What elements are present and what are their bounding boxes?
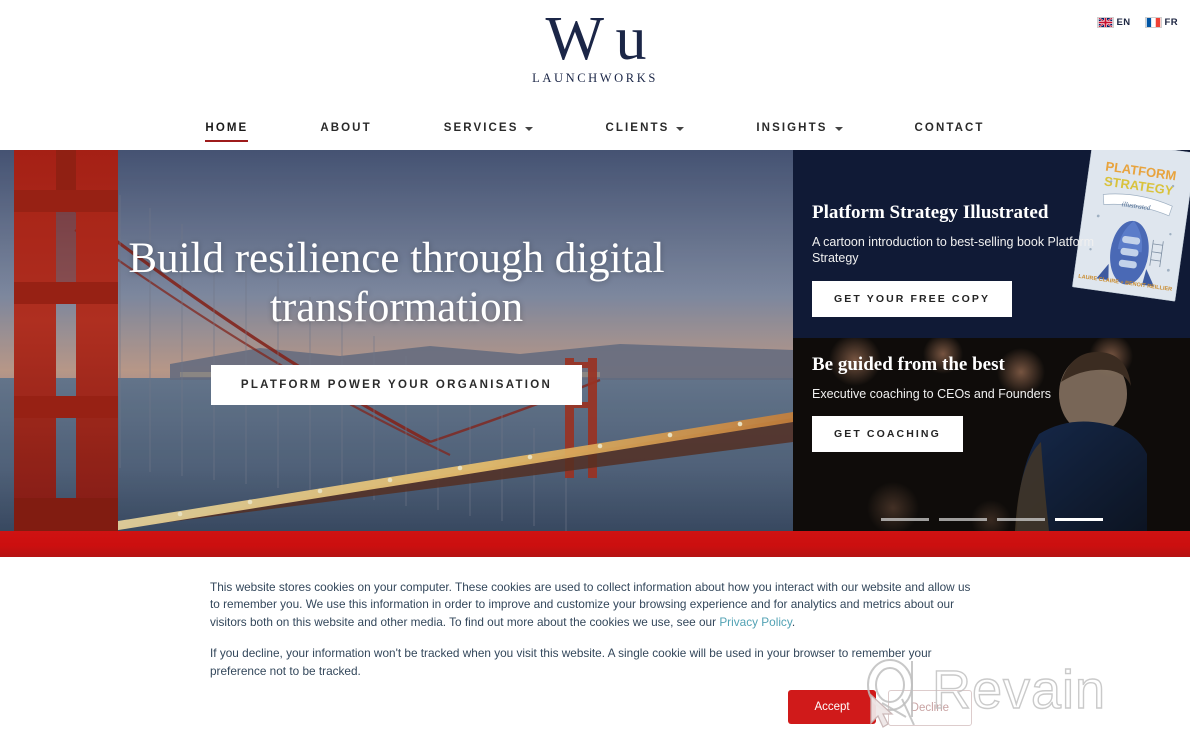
promo-card-coaching[interactable]: Be guided from the best Executive coachi… — [793, 338, 1190, 531]
nav-item-contact[interactable]: CONTACT — [879, 118, 1021, 144]
logo-wordmark: LAUNCHWORKS — [532, 70, 658, 85]
chevron-down-icon — [676, 126, 685, 131]
carousel-indicators — [793, 517, 1190, 521]
carousel-indicator-2[interactable] — [938, 517, 987, 521]
promo-card-book-subtitle: A cartoon introduction to best-selling b… — [812, 234, 1095, 266]
cookie-action-buttons: Accept Decline — [788, 690, 972, 726]
promo-card-book-title: Platform Strategy Illustrated — [812, 202, 1049, 223]
promo-card-coaching-content: Be guided from the best Executive coachi… — [812, 354, 1052, 453]
nav-label-clients: CLIENTS — [605, 122, 670, 134]
nav-label-insights: INSIGHTS — [756, 122, 828, 134]
nav-item-home[interactable]: HOME — [169, 118, 284, 144]
privacy-policy-link[interactable]: Privacy Policy — [719, 615, 792, 629]
promo-panel: PLATFORM STRATEGY illustrated LAURE CLAI… — [793, 150, 1190, 531]
nav-label-about: ABOUT — [320, 122, 372, 134]
accept-cookies-button[interactable]: Accept — [788, 690, 876, 724]
cookie-paragraph-1-period: . — [791, 614, 796, 629]
hero-cta-button[interactable]: PLATFORM POWER YOUR ORGANISATION — [210, 364, 583, 405]
carousel-indicator-3[interactable] — [996, 517, 1045, 521]
site-header: EN FR W u LAUNCHWORKS HOME ABOUT SERVICE… — [0, 0, 1190, 150]
language-option-en[interactable]: EN — [1096, 16, 1131, 28]
carousel-indicator-1[interactable] — [880, 517, 929, 521]
promo-card-coaching-title: Be guided from the best — [812, 354, 1005, 375]
nav-label-contact: CONTACT — [914, 122, 985, 134]
france-flag-icon — [1144, 16, 1162, 28]
uk-flag-icon — [1096, 16, 1114, 28]
nav-label-home: HOME — [205, 122, 249, 134]
language-code-en: EN — [1116, 16, 1131, 28]
language-option-fr[interactable]: FR — [1144, 16, 1178, 28]
hero-content: Build resilience through digital transfo… — [0, 150, 793, 531]
cookie-paragraph-1-text: This website stores cookies on your comp… — [210, 580, 971, 629]
nav-label-services: SERVICES — [443, 122, 519, 134]
cookie-text-block: This website stores cookies on your comp… — [210, 579, 982, 680]
cookie-consent-banner: This website stores cookies on your comp… — [0, 557, 1190, 753]
language-selector: EN FR — [0, 0, 1190, 44]
main-navigation: HOME ABOUT SERVICES CLIENTS INSIGHTS CON… — [0, 118, 1190, 144]
get-free-copy-button[interactable]: GET YOUR FREE COPY — [812, 280, 1013, 317]
nav-active-underline — [205, 139, 249, 142]
chevron-down-icon — [834, 126, 843, 131]
carousel-indicator-4[interactable] — [1054, 517, 1103, 521]
nav-item-about[interactable]: ABOUT — [284, 118, 407, 144]
promo-card-book-content: Platform Strategy Illustrated A cartoon … — [812, 202, 1137, 317]
hero-banner: Build resilience through digital transfo… — [0, 150, 793, 531]
nav-item-insights[interactable]: INSIGHTS — [720, 118, 878, 144]
cookie-paragraph-1: This website stores cookies on your comp… — [210, 579, 982, 631]
nav-item-clients[interactable]: CLIENTS — [569, 118, 720, 144]
red-divider-bar — [0, 531, 1190, 557]
nav-item-services[interactable]: SERVICES — [408, 118, 570, 144]
language-code-fr: FR — [1164, 16, 1178, 28]
decline-cookies-button[interactable]: Decline — [887, 690, 972, 726]
promo-card-book[interactable]: PLATFORM STRATEGY illustrated LAURE CLAI… — [793, 150, 1190, 338]
promo-card-coaching-subtitle: Executive coaching to CEOs and Founders — [812, 386, 1052, 401]
cookie-paragraph-2: If you decline, your information won't b… — [210, 646, 932, 678]
get-coaching-button[interactable]: GET COACHING — [812, 416, 963, 453]
chevron-down-icon — [525, 126, 534, 131]
hero-title: Build resilience through digital transfo… — [128, 235, 665, 332]
